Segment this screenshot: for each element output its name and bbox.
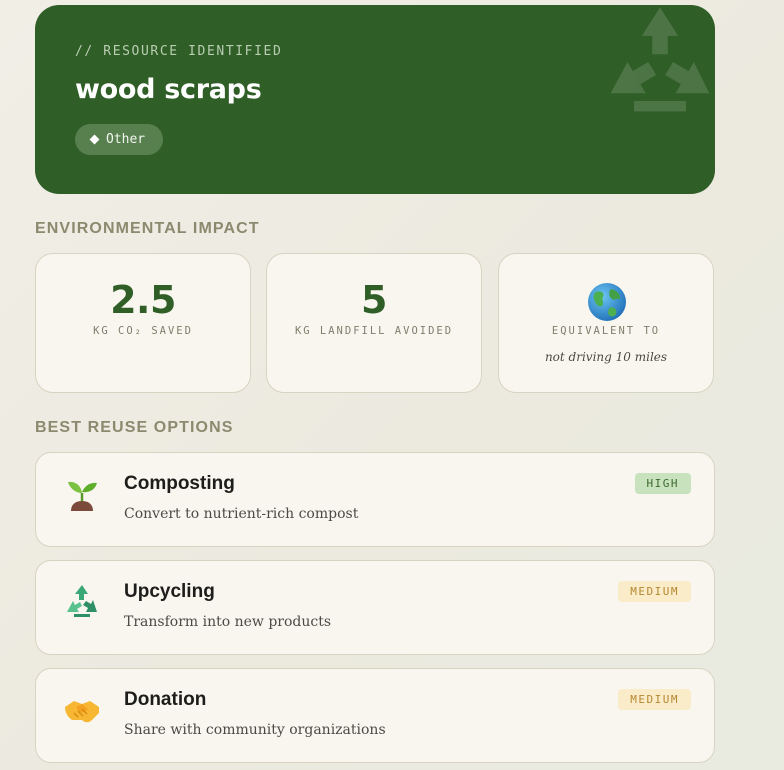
landfill-label: KG LANDFILL AVOIDED bbox=[294, 325, 454, 337]
option-title: Donation bbox=[124, 689, 207, 710]
equivalent-text: not driving 10 miles bbox=[544, 350, 668, 364]
reuse-option-donation[interactable]: Donation Share with community organizati… bbox=[35, 668, 715, 763]
reuse-option-composting[interactable]: Composting Convert to nutrient-rich comp… bbox=[35, 452, 715, 547]
option-title: Upcycling bbox=[124, 581, 215, 602]
recycle-icon bbox=[67, 585, 97, 617]
co2-label: KG CO₂ SAVED bbox=[93, 325, 193, 337]
handshake-icon bbox=[65, 701, 99, 723]
resource-hero-card: // RESOURCE IDENTIFIED wood scraps Other bbox=[35, 5, 715, 194]
diamond-icon bbox=[89, 134, 100, 145]
globe-icon bbox=[587, 282, 627, 322]
option-description: Share with community organizations bbox=[124, 722, 386, 738]
option-description: Transform into new products bbox=[124, 614, 332, 630]
resource-eyebrow: // RESOURCE IDENTIFIED bbox=[75, 44, 283, 59]
landfill-value: 5 bbox=[361, 278, 387, 322]
recycle-icon bbox=[610, 7, 710, 112]
landfill-impact-card: 5 KG LANDFILL AVOIDED bbox=[266, 253, 482, 393]
resource-title: wood scraps bbox=[75, 74, 262, 105]
option-title: Composting bbox=[124, 473, 235, 494]
co2-value: 2.5 bbox=[110, 278, 176, 322]
category-chip: Other bbox=[75, 124, 164, 155]
priority-badge: MEDIUM bbox=[618, 581, 691, 602]
priority-badge: HIGH bbox=[634, 473, 691, 494]
reuse-section-title: BEST REUSE OPTIONS bbox=[35, 419, 234, 436]
reuse-option-upcycling[interactable]: Upcycling Transform into new products ME… bbox=[35, 560, 715, 655]
equivalent-label: EQUIVALENT TO bbox=[551, 325, 661, 337]
impact-section-title: ENVIRONMENTAL IMPACT bbox=[35, 220, 260, 237]
equivalent-impact-card: EQUIVALENT TO not driving 10 miles bbox=[498, 253, 714, 393]
seedling-icon bbox=[68, 481, 97, 511]
category-label: Other bbox=[106, 132, 146, 147]
priority-badge: MEDIUM bbox=[618, 689, 691, 710]
option-description: Convert to nutrient-rich compost bbox=[124, 506, 359, 522]
co2-impact-card: 2.5 KG CO₂ SAVED bbox=[35, 253, 251, 393]
